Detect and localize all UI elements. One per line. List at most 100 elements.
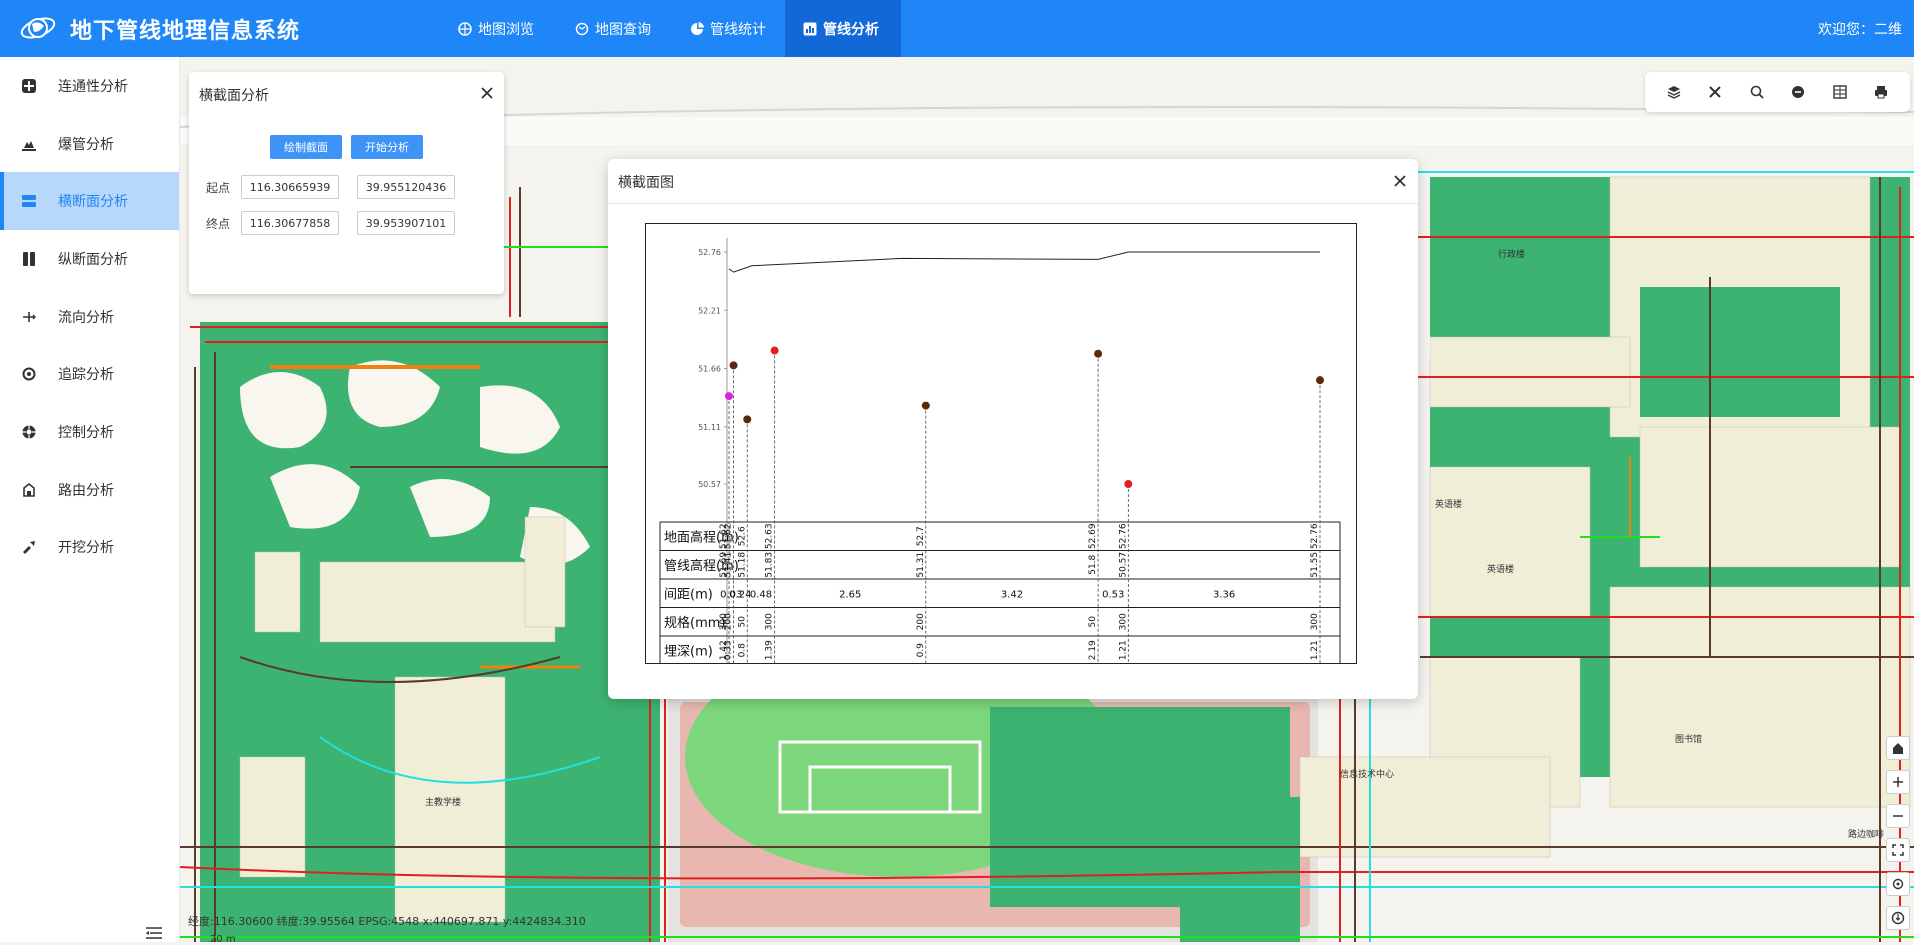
locate-icon[interactable] — [1886, 872, 1910, 896]
end-lon-input[interactable]: 116.30677858 — [241, 211, 339, 235]
table-cell-value: 52.69 — [1088, 523, 1098, 549]
table-cell-value: 200 — [916, 613, 926, 630]
connectivity-icon — [20, 77, 38, 95]
cross-section-dialog: 横截面图 52.76 52.21 51.66 51.11 50.57 地面高程(m) 管线高… — [608, 159, 1418, 699]
pipe-point — [725, 392, 733, 401]
table-cell-value: 300 — [1118, 613, 1128, 630]
pipe-point — [729, 361, 738, 370]
close-icon[interactable] — [1392, 173, 1408, 189]
zoom-in-icon[interactable] — [1886, 770, 1910, 794]
y-tick-label: 51.66 — [698, 365, 721, 374]
sidebar-item-flow[interactable]: 流向分析 — [0, 288, 179, 346]
cross-section-panel: 横截面分析 绘制截面 开始分析 起点 116.30665939 39.95512… — [189, 72, 504, 294]
table-cell-value: 52.6 — [737, 526, 747, 546]
table-cell-value: 300 — [719, 613, 729, 630]
map-label: 路边咖啡 — [1848, 830, 1885, 840]
coordinate-readout: 经度:116.30600 纬度:39.95564 EPSG:4548 x:440… — [188, 915, 586, 928]
close-icon[interactable] — [479, 85, 495, 101]
pie-chart-icon — [691, 21, 704, 35]
measure-icon[interactable] — [1707, 84, 1723, 100]
table-row-label: 规格(mm) — [664, 615, 725, 631]
nav-tab-pipe-stats[interactable]: 管线统计 — [672, 0, 784, 57]
pipe-point — [1124, 480, 1133, 488]
nav-tab-label: 管线统计 — [710, 21, 766, 38]
start-lat-input[interactable]: 39.955120436 — [357, 175, 455, 199]
sidebar-item-label: 追踪分析 — [58, 367, 114, 384]
sidebar-item-label: 开挖分析 — [58, 540, 114, 557]
table-cell-value: 300 — [1310, 613, 1320, 630]
sidebar-item-burst-pipe[interactable]: 爆管分析 — [0, 115, 179, 173]
cross-section-icon — [20, 192, 38, 210]
draw-section-button[interactable]: 绘制截面 — [270, 135, 342, 159]
panel-title: 横截面分析 — [199, 88, 269, 104]
nav-tab-label: 地图浏览 — [478, 21, 534, 38]
spacing-value: 2.65 — [839, 589, 861, 600]
map-label: 信息技术中心 — [1340, 770, 1395, 780]
y-tick-label: 52.76 — [698, 248, 721, 257]
scale-bar-label: 20 m — [210, 934, 236, 945]
start-analysis-button[interactable]: 开始分析 — [351, 135, 423, 159]
table-cell-value: 52.76 — [1118, 523, 1128, 549]
top-bar: 地下管线地理信息系统 地图浏览 地图查询 管线统计 管线分析 欢迎您：二维 — [0, 0, 1914, 57]
nav-tab-map-browse[interactable]: 地图浏览 — [440, 0, 552, 57]
sidebar-item-cross-section[interactable]: 横断面分析 — [0, 172, 179, 231]
home-icon[interactable] — [1886, 736, 1910, 760]
sidebar-item-label: 路由分析 — [58, 482, 114, 499]
print-icon[interactable] — [1873, 84, 1889, 100]
table-row-label: 间距(m) — [664, 587, 713, 602]
pipe-point — [743, 415, 752, 424]
sidebar-item-route[interactable]: 路由分析 — [0, 461, 179, 519]
sidebar-item-label: 纵断面分析 — [58, 251, 128, 268]
table-icon[interactable] — [1832, 84, 1848, 100]
sidebar-item-profile[interactable]: 纵断面分析 — [0, 230, 179, 288]
map-label: 主教学楼 — [425, 798, 462, 808]
table-cell-value: 51.62 — [719, 523, 729, 549]
app-title: 地下管线地理信息系统 — [70, 19, 301, 44]
spacing-value: 3.36 — [1213, 589, 1235, 600]
spacing-value: 3.42 — [1001, 589, 1023, 600]
table-cell-value: 52.7 — [916, 526, 926, 546]
pipe-point — [770, 346, 779, 355]
cross-section-chart: 52.76 52.21 51.66 51.11 50.57 地面高程(m) 管线高程(m) 间… — [645, 223, 1357, 664]
compass-icon[interactable] — [1886, 906, 1910, 930]
sidebar-item-control[interactable]: 控制分析 — [0, 403, 179, 461]
spacing-value: 0.53 — [1102, 589, 1124, 600]
map-toolbar — [1645, 72, 1910, 112]
chart-svg: 52.7652.2151.6651.1150.57地面高程(m)管线高程(m)间… — [659, 238, 1341, 663]
table-cell-value: 51.8 — [1088, 554, 1098, 574]
table-cell-value: 1.21 — [1118, 640, 1128, 660]
table-cell-value: 52.63 — [765, 523, 775, 549]
zoom-out-icon[interactable] — [1886, 804, 1910, 828]
table-cell-value: 52.76 — [1310, 523, 1320, 549]
clear-icon[interactable] — [1790, 84, 1806, 100]
y-tick-label: 51.11 — [698, 423, 721, 432]
table-cell-value: 50 — [1088, 616, 1098, 628]
nav-tab-label: 管线分析 — [823, 21, 879, 38]
globe-logo-icon — [20, 17, 56, 39]
nav-tab-pipe-analysis[interactable]: 管线分析 — [785, 0, 901, 57]
sidebar-item-trace[interactable]: 追踪分析 — [0, 345, 179, 403]
table-cell-value: 300 — [765, 613, 775, 630]
y-tick-label: 50.57 — [698, 480, 721, 489]
table-cell-value: 50 — [737, 616, 747, 628]
spacing-value: 0.48 — [750, 589, 772, 600]
sidebar-item-excavation[interactable]: 开挖分析 — [0, 519, 179, 577]
spacing-value: 0.24 — [729, 589, 751, 600]
control-icon — [20, 423, 38, 441]
ground-profile-line — [728, 251, 1320, 273]
fullscreen-icon[interactable] — [1886, 838, 1910, 862]
table-cell-value: 1.21 — [1310, 640, 1320, 660]
end-point-label: 终点 — [206, 217, 231, 231]
map-label: 英语楼 — [1487, 565, 1515, 575]
map-label: 英语楼 — [1435, 500, 1463, 510]
end-lat-input[interactable]: 39.953907101 — [357, 211, 455, 235]
sidebar-item-connectivity[interactable]: 连通性分析 — [0, 57, 179, 115]
profile-icon — [20, 250, 38, 268]
layers-icon[interactable] — [1666, 84, 1682, 100]
collapse-menu-icon[interactable] — [145, 926, 163, 940]
table-cell-value: 2.19 — [1088, 640, 1098, 660]
y-tick-label: 52.21 — [698, 306, 721, 315]
search-area-icon[interactable] — [1749, 84, 1765, 100]
nav-tab-map-query[interactable]: 地图查询 — [557, 0, 669, 57]
start-lon-input[interactable]: 116.30665939 — [241, 175, 339, 199]
